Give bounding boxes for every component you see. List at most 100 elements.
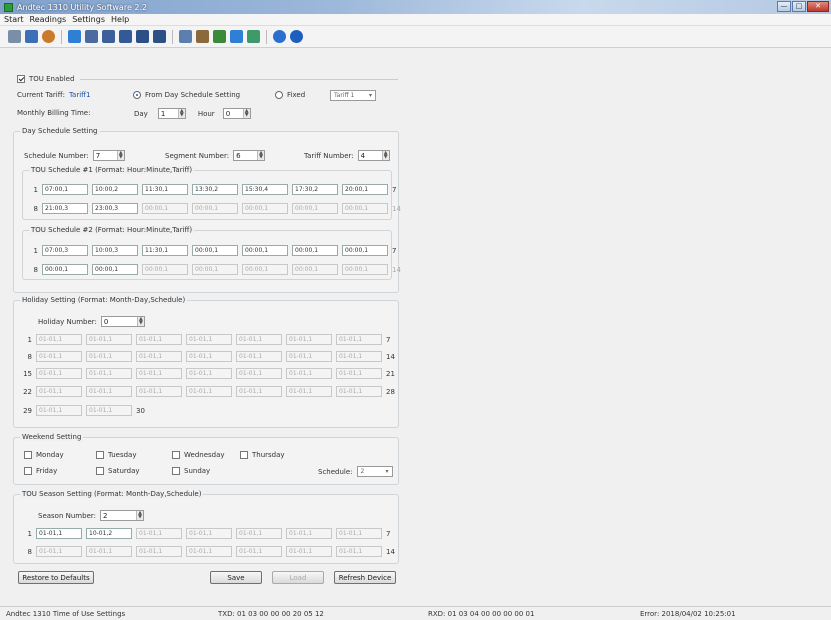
- segment-cell: 00:00,1: [192, 264, 238, 275]
- wednesday-checkbox[interactable]: [172, 451, 180, 459]
- segment-cell[interactable]: 15:30,4: [242, 184, 288, 195]
- close-button[interactable]: ✕: [807, 1, 829, 12]
- holiday-cell: 01-01,1: [236, 351, 282, 362]
- status-bar: Andtec 1310 Time of Use Settings TXD: 01…: [0, 606, 831, 620]
- list-icon[interactable]: [119, 30, 132, 43]
- segment-cell[interactable]: 17:30,2: [292, 184, 338, 195]
- segment-cell[interactable]: 00:00,1: [192, 245, 238, 256]
- tuesday-checkbox[interactable]: [96, 451, 104, 459]
- weekend-schedule-select[interactable]: 2 ▾: [356, 466, 393, 477]
- chevron-down-icon: ▾: [368, 92, 372, 99]
- save-button[interactable]: Save: [210, 571, 262, 584]
- file-icon[interactable]: [179, 30, 192, 43]
- tariff-number-spinner[interactable]: 4 ▲ ▼: [357, 150, 390, 161]
- print-icon[interactable]: [85, 30, 98, 43]
- monday-checkbox[interactable]: [24, 451, 32, 459]
- segment-cell[interactable]: 13:30,2: [192, 184, 238, 195]
- menu-readings[interactable]: Readings: [30, 15, 67, 24]
- holiday-number-spinner[interactable]: 0 ▲ ▼: [100, 316, 145, 327]
- schedule2-row2: 8 00:00,1 00:00,1 00:00,1 00:00,1 00:00,…: [33, 264, 401, 275]
- holiday-cell: 01-01,1: [286, 351, 332, 362]
- segment-cell: 00:00,1: [242, 203, 288, 214]
- report-icon[interactable]: [247, 30, 260, 43]
- saturday-checkbox[interactable]: [96, 467, 104, 475]
- segment-cell[interactable]: 10:00,2: [92, 184, 138, 195]
- day-spinner[interactable]: 1 ▲ ▼: [157, 108, 186, 119]
- segment-cell[interactable]: 10:00,3: [92, 245, 138, 256]
- schedule-radio[interactable]: [133, 91, 141, 99]
- weekend-schedule-label: Schedule:: [318, 467, 353, 476]
- menu-settings[interactable]: Settings: [72, 15, 105, 24]
- schedule2-row1: 1 07:00,3 10:00,3 11:30,1 00:00,1 00:00,…: [33, 245, 397, 256]
- menu-help[interactable]: Help: [111, 15, 129, 24]
- window-title: Andtec 1310 Utility Software 2.2: [17, 2, 148, 12]
- weekend-title: Weekend Setting: [20, 433, 84, 441]
- holiday-cell: 01-01,1: [136, 351, 182, 362]
- holiday-cell: 01-01,1: [336, 334, 382, 345]
- flag-icon[interactable]: [213, 30, 226, 43]
- segment-cell[interactable]: 20:00,1: [342, 184, 388, 195]
- season-row2: 8 01-01,1 01-01,1 01-01,1 01-01,1 01-01,…: [27, 546, 395, 557]
- info-icon[interactable]: [290, 30, 303, 43]
- holiday-cell: 01-01,1: [286, 334, 332, 345]
- holiday-cell: 01-01,1: [286, 386, 332, 397]
- calendar-icon[interactable]: [136, 30, 149, 43]
- segment-cell[interactable]: 11:30,1: [142, 245, 188, 256]
- open-icon[interactable]: [8, 30, 21, 43]
- thursday-checkbox[interactable]: [240, 451, 248, 459]
- segment-cell[interactable]: 00:00,1: [42, 264, 88, 275]
- sunday-checkbox[interactable]: [172, 467, 180, 475]
- maximize-button[interactable]: □: [792, 1, 806, 12]
- season-cell: 01-01,1: [236, 528, 282, 539]
- segment-number-spinner[interactable]: 6 ▲ ▼: [233, 150, 266, 161]
- export-icon[interactable]: [230, 30, 243, 43]
- holiday-cell: 01-01,1: [186, 368, 232, 379]
- segment-cell[interactable]: 07:00,3: [42, 245, 88, 256]
- fixed-radio[interactable]: [275, 91, 283, 99]
- segment-cell[interactable]: 00:00,1: [242, 245, 288, 256]
- season-cell: 01-01,1: [336, 546, 382, 557]
- restore-defaults-button[interactable]: Restore to Defaults: [18, 571, 94, 584]
- hour-spinner[interactable]: 0 ▲ ▼: [222, 108, 251, 119]
- season-cell: 01-01,1: [236, 546, 282, 557]
- status-rx: RXD: 01 03 04 00 00 00 00 01: [428, 609, 535, 618]
- minimize-button[interactable]: —: [777, 1, 791, 12]
- segment-cell[interactable]: 00:00,1: [342, 245, 388, 256]
- save-icon[interactable]: [25, 30, 38, 43]
- season-cell[interactable]: 01-01,1: [36, 528, 82, 539]
- tools-icon[interactable]: [196, 30, 209, 43]
- load-button[interactable]: Load: [272, 571, 324, 584]
- refresh-icon[interactable]: [42, 30, 55, 43]
- menu-start[interactable]: Start: [4, 15, 24, 24]
- season-cell[interactable]: 10-01,2: [86, 528, 132, 539]
- segment-number-label: Segment Number:: [165, 151, 230, 160]
- holiday-row: 15 01-01,1 01-01,1 01-01,1 01-01,1 01-01…: [23, 368, 395, 379]
- holiday-cell: 01-01,1: [136, 368, 182, 379]
- segment-cell[interactable]: 23:00,3: [92, 203, 138, 214]
- season-number-label: Season Number:: [38, 511, 96, 520]
- fixed-tariff-select[interactable]: Tariff 1 ▾: [330, 90, 376, 101]
- holiday-cell: 01-01,1: [186, 386, 232, 397]
- help-icon[interactable]: [273, 30, 286, 43]
- season-cell: 01-01,1: [86, 546, 132, 557]
- segment-cell[interactable]: 07:00,1: [42, 184, 88, 195]
- segment-cell[interactable]: 00:00,1: [92, 264, 138, 275]
- holiday-cell: 01-01,1: [236, 386, 282, 397]
- schedule-number-spinner[interactable]: 7 ▲ ▼: [92, 150, 125, 161]
- segment-cell[interactable]: 00:00,1: [292, 245, 338, 256]
- segment-cell[interactable]: 21:00,3: [42, 203, 88, 214]
- meter-icon[interactable]: [68, 30, 81, 43]
- tou-enable-checkbox[interactable]: [17, 75, 25, 83]
- holiday-cell: 01-01,1: [336, 368, 382, 379]
- segment-cell[interactable]: 11:30,1: [142, 184, 188, 195]
- calendar2-icon[interactable]: [153, 30, 166, 43]
- holiday-cell: 01-01,1: [186, 334, 232, 345]
- refresh-device-button[interactable]: Refresh Device: [334, 571, 396, 584]
- holiday-cell: 01-01,1: [86, 405, 132, 416]
- chart-icon[interactable]: [102, 30, 115, 43]
- holiday-cell: 01-01,1: [186, 351, 232, 362]
- holiday-cell: 01-01,1: [236, 368, 282, 379]
- menu-bar: Start Readings Settings Help: [0, 14, 831, 26]
- friday-checkbox[interactable]: [24, 467, 32, 475]
- season-number-spinner[interactable]: 2 ▲ ▼: [100, 510, 144, 521]
